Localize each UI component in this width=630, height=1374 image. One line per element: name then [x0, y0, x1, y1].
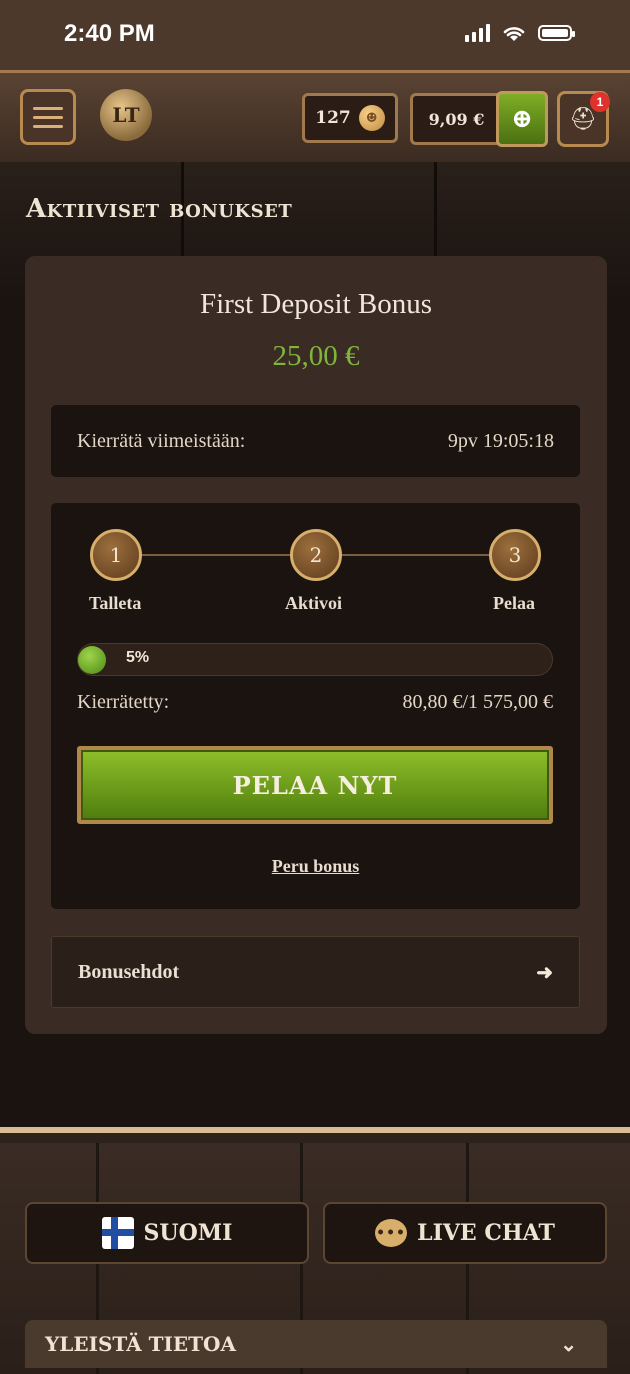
coin-icon: ☻: [358, 105, 385, 131]
menu-button[interactable]: [20, 89, 76, 145]
general-info-label: YLEISTÄ TIETOA: [45, 1332, 236, 1356]
bonus-amount: 25,00 €: [272, 340, 360, 372]
page-title: Aktiiviset bonukset: [26, 194, 293, 224]
battery-icon: [538, 25, 575, 41]
chat-bubble-icon: •••: [375, 1219, 408, 1247]
progress-percent: 5%: [126, 649, 150, 666]
chevron-down-icon: ⌄: [560, 1332, 577, 1356]
app-header: LT 127 ☻ 9,09 € ⊕ ⛑: [0, 70, 630, 162]
coins-value: 127: [315, 108, 351, 128]
step-2-label: Aktivoi: [285, 593, 343, 613]
chevron-right-icon: ➜: [536, 961, 553, 984]
step-1-badge: 1: [90, 529, 142, 581]
deposit-button[interactable]: ⊕: [496, 91, 548, 147]
wagered-row: Kierrätetty: 80,80 €/1 575,00 €: [77, 691, 553, 714]
step-1-label: Talleta: [89, 593, 142, 613]
site-logo[interactable]: LT: [100, 89, 152, 141]
wager-progress-bar: 5%: [77, 643, 553, 676]
step-3-badge: 3: [489, 529, 541, 581]
helmet-icon: ⛑: [569, 106, 597, 132]
bonus-terms-row[interactable]: Bonusehdot ➜: [51, 936, 580, 1008]
status-icons: [465, 24, 575, 42]
bonus-progress-panel: 1 2 3 Talleta Aktivoi Pelaa 5% Kierrätet…: [51, 503, 580, 909]
language-button[interactable]: SUOMI: [25, 1202, 309, 1264]
page-content: Aktiiviset bonukset First Deposit Bonus …: [0, 162, 630, 1127]
progress-fill: [78, 646, 106, 674]
balance-value: 9,09 €: [428, 109, 485, 129]
general-info-accordion[interactable]: YLEISTÄ TIETOA ⌄: [25, 1320, 607, 1368]
step-3-label: Pelaa: [493, 593, 535, 613]
coins-counter[interactable]: 127 ☻: [302, 93, 398, 143]
wagered-value: 80,80 €/1 575,00 €: [402, 691, 553, 713]
bonus-title: First Deposit Bonus: [199, 288, 433, 320]
expire-label: Kierrätä viimeistään:: [77, 429, 246, 452]
finland-flag-icon: [101, 1217, 134, 1249]
signal-icon: [465, 24, 490, 42]
wifi-icon: [503, 27, 525, 41]
notification-badge: 1: [590, 92, 610, 112]
hamburger-icon: [33, 106, 63, 110]
language-label: SUOMI: [143, 1220, 233, 1246]
status-bar: 2:40 PM: [0, 0, 630, 70]
bonus-terms-label: Bonusehdot: [78, 960, 180, 983]
coins-plus-icon: ⊕: [511, 104, 533, 134]
cancel-bonus-link[interactable]: Peru bonus: [51, 856, 580, 877]
live-chat-button[interactable]: ••• LIVE CHAT: [323, 1202, 607, 1264]
status-time: 2:40 PM: [64, 20, 155, 47]
bonus-card: First Deposit Bonus 25,00 € Kierrätä vii…: [25, 256, 607, 1034]
live-chat-label: LIVE CHAT: [417, 1220, 555, 1246]
step-2-badge: 2: [290, 529, 342, 581]
expire-row: Kierrätä viimeistään: 9pv 19:05:18: [51, 405, 580, 477]
expire-value: 9pv 19:05:18: [447, 429, 554, 452]
play-now-button[interactable]: PELAA NYT: [77, 746, 553, 824]
balance-display[interactable]: 9,09 €: [410, 93, 500, 145]
wagered-label: Kierrätetty:: [77, 691, 170, 713]
